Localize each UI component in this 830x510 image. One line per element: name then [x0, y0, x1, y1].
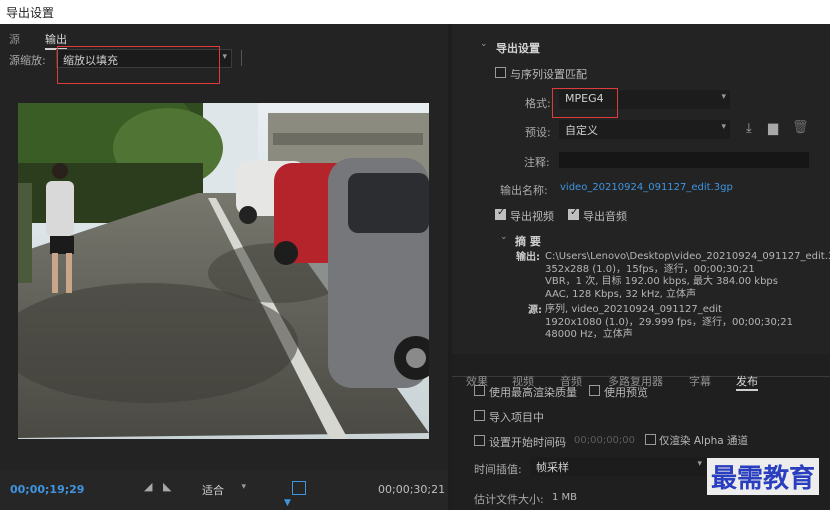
watermark-logo: 最需教育 — [707, 458, 820, 495]
format-value: MPEG4 — [565, 92, 604, 105]
import-into-project-checkbox[interactable] — [474, 410, 485, 421]
render-alpha-only-checkbox[interactable] — [645, 434, 656, 445]
max-render-quality-label: 使用最高渲染质量 — [489, 386, 577, 399]
video-frame-image — [18, 103, 429, 439]
summary-title: 摘 要 — [515, 235, 541, 248]
tab-output[interactable]: 输出 — [45, 31, 67, 50]
export-settings-panel: ⌄ 导出设置 与序列设置匹配 格式: MPEG4 ▾ 预设: 自定义 ▾ ⤓ ▆… — [452, 24, 830, 510]
chevron-down-icon: ▾ — [222, 52, 227, 62]
start-timecode-value[interactable]: 00;00;00;00 — [574, 435, 635, 446]
estimated-size-value: 1 MB — [552, 492, 578, 503]
output-name-link[interactable]: video_20210924_091127_edit.3gp — [560, 182, 733, 193]
import-into-project-label: 导入项目中 — [489, 411, 544, 424]
estimated-size-label: 估计文件大小: — [474, 493, 544, 506]
comment-label: 注释: — [524, 156, 550, 169]
source-scaling-value: 缩放以填充 — [63, 54, 118, 67]
set-start-timecode-checkbox[interactable] — [474, 435, 485, 446]
export-audio-checkbox[interactable] — [568, 207, 579, 220]
summary-output-details: C:\Users\Lenovo\Desktop\video_20210924_0… — [545, 251, 830, 301]
comment-input[interactable] — [559, 152, 809, 168]
preset-value: 自定义 — [565, 124, 598, 137]
preview-panel: 源 输出 源缩放: 缩放以填充 ▾ 00;00;19;29 ◢ ◣ 适合 ▾ ▼… — [0, 24, 448, 510]
zoom-fit-select[interactable]: 适合 ▾ — [196, 480, 250, 498]
summary-chevron-icon[interactable]: ⌄ — [500, 232, 508, 242]
summary-source-label: 源: — [528, 305, 542, 316]
export-video-checkbox[interactable] — [495, 207, 506, 220]
use-previews-label: 使用预览 — [604, 386, 648, 399]
summary-source-line: 1920x1080 (1.0)，29.999 fps，逐行，00;00;30;2… — [545, 316, 793, 328]
summary-output-line: C:\Users\Lenovo\Desktop\video_20210924_0… — [545, 251, 830, 262]
preset-label: 预设: — [525, 126, 551, 139]
export-audio-label: 导出音频 — [583, 210, 627, 223]
format-label: 格式: — [525, 97, 551, 110]
set-start-timecode-label: 设置开始时间码 — [489, 436, 566, 449]
source-scaling-select[interactable]: 缩放以填充 ▾ — [56, 49, 232, 68]
max-render-quality-checkbox[interactable] — [474, 385, 485, 396]
set-out-point-icon[interactable]: ◣ — [163, 480, 171, 493]
chevron-down-icon: ▾ — [721, 92, 726, 102]
summary-output-line: 352x288 (1.0)，15fps，逐行，00;00;30;21 — [545, 263, 755, 275]
summary-source-details: 序列, video_20210924_091127_edit 1920x1080… — [545, 304, 830, 342]
source-scaling-label: 源缩放: — [9, 54, 46, 67]
section-title: 导出设置 — [496, 42, 540, 55]
playhead-icon[interactable]: ▼ — [284, 498, 291, 508]
use-previews-checkbox[interactable] — [589, 385, 600, 396]
video-preview — [18, 103, 429, 439]
zoom-fit-value: 适合 — [202, 484, 224, 497]
tab-publish[interactable]: 发布 — [736, 373, 758, 391]
delete-preset-icon[interactable]: 🗑 — [792, 120, 809, 135]
chevron-down-icon: ▾ — [241, 482, 246, 492]
output-name-label: 输出名称: — [500, 184, 548, 197]
match-sequence-label: 与序列设置匹配 — [510, 68, 587, 81]
chevron-down-icon: ▾ — [721, 122, 726, 132]
aspect-ratio-icon[interactable] — [292, 481, 306, 495]
summary-output-line: AAC, 128 Kbps, 32 kHz, 立体声 — [545, 288, 697, 300]
tab-captions[interactable]: 字幕 — [689, 373, 711, 389]
summary-output-line: VBR，1 次, 目标 192.00 kbps, 最大 384.00 kbps — [545, 276, 778, 287]
collapse-chevron-icon[interactable]: ⌄ — [480, 39, 488, 49]
save-preset-icon[interactable]: ⤓ — [746, 121, 752, 136]
current-timecode[interactable]: 00;00;19;29 — [10, 483, 84, 496]
title-bar: 导出设置 — [0, 0, 830, 24]
end-timecode: 00;00;30;21 — [378, 483, 446, 496]
time-interpolation-value: 帧采样 — [536, 461, 569, 474]
chevron-down-icon: ▾ — [697, 459, 702, 469]
summary-source-line: 48000 Hz，立体声 — [545, 329, 633, 340]
export-video-label: 导出视频 — [510, 210, 554, 223]
tab-source[interactable]: 源 — [9, 31, 20, 47]
match-sequence-checkbox[interactable] — [495, 67, 506, 78]
format-select[interactable]: MPEG4 ▾ — [559, 90, 730, 109]
set-in-point-icon[interactable]: ◢ — [144, 480, 152, 493]
time-interpolation-label: 时间插值: — [474, 463, 522, 476]
import-preset-icon[interactable]: ▆ — [768, 121, 778, 136]
summary-output-label: 输出: — [516, 252, 540, 263]
preset-select[interactable]: 自定义 ▾ — [559, 120, 730, 139]
divider — [241, 50, 242, 66]
window-title: 导出设置 — [6, 6, 55, 20]
time-interpolation-select[interactable]: 帧采样 ▾ — [530, 457, 706, 476]
summary-source-line: 序列, video_20210924_091127_edit — [545, 304, 722, 315]
render-alpha-only-label: 仅渲染 Alpha 通道 — [659, 435, 749, 447]
